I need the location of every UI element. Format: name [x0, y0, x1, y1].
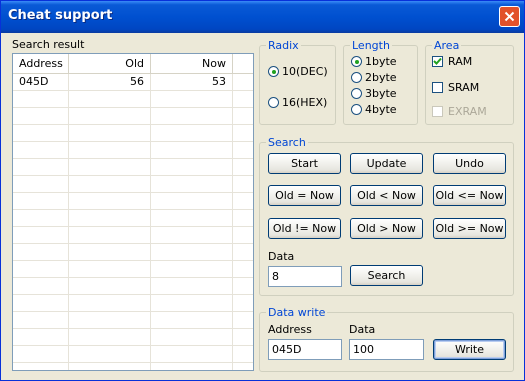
grid-line	[13, 209, 253, 210]
column-header-address[interactable]: Address	[13, 54, 69, 73]
close-icon	[504, 11, 515, 22]
length-1byte-radio[interactable]: 1byte	[351, 55, 397, 68]
write-data-input[interactable]: 100	[349, 339, 424, 360]
cell-address: 045D	[19, 75, 49, 88]
old-equals-now-button[interactable]: Old = Now	[268, 185, 341, 206]
old-not-equal-now-button[interactable]: Old != Now	[268, 218, 341, 239]
grid-line	[13, 175, 253, 176]
dialog-client: Search result Address Old Now 045D 56 53…	[4, 33, 521, 379]
old-less-now-button[interactable]: Old < Now	[350, 185, 423, 206]
column-header-filler	[233, 54, 253, 73]
grid-line	[13, 192, 253, 193]
radio-selected-icon	[351, 56, 362, 67]
length-group: Length 1byte 2byte 3byte 4byte	[343, 39, 418, 125]
radix-dec-label: 10(DEC)	[282, 65, 328, 78]
length-3byte-label: 3byte	[365, 87, 397, 100]
old-greater-equal-now-button[interactable]: Old >= Now	[433, 218, 506, 239]
search-button[interactable]: Search	[350, 265, 423, 286]
title-bar[interactable]: Cheat support	[1, 1, 524, 33]
grid-line	[13, 243, 253, 244]
data-write-group-title: Data write	[266, 306, 328, 319]
radix-dec-radio[interactable]: 10(DEC)	[268, 65, 328, 78]
start-button[interactable]: Start	[268, 153, 341, 174]
grid-line	[13, 362, 253, 363]
column-header-old[interactable]: Old	[69, 54, 151, 73]
list-header: Address Old Now	[13, 54, 253, 74]
cell-now: 53	[212, 75, 226, 88]
radix-hex-radio[interactable]: 16(HEX)	[268, 96, 327, 109]
grid-line	[13, 107, 253, 108]
grid-line	[13, 158, 253, 159]
area-sram-checkbox[interactable]: SRAM	[432, 81, 479, 94]
undo-button[interactable]: Undo	[433, 153, 506, 174]
search-data-input[interactable]: 8	[268, 266, 342, 287]
grid-line	[13, 345, 253, 346]
radio-unselected-icon	[351, 104, 362, 115]
checkbox-checked-icon	[432, 56, 443, 67]
update-button[interactable]: Update	[350, 153, 423, 174]
write-button[interactable]: Write	[433, 339, 506, 360]
old-less-equal-now-button[interactable]: Old <= Now	[433, 185, 506, 206]
old-greater-now-button[interactable]: Old > Now	[350, 218, 423, 239]
cell-old: 56	[130, 75, 144, 88]
grid-line	[13, 328, 253, 329]
search-data-label: Data	[268, 250, 295, 263]
area-sram-label: SRAM	[448, 81, 480, 94]
data-write-group: Data write Address 045D Data 100 Write	[259, 306, 514, 372]
length-2byte-label: 2byte	[365, 71, 397, 84]
length-group-title: Length	[350, 39, 392, 52]
cheat-support-window: Cheat support Search result Address Old …	[0, 0, 525, 381]
area-exram-label: EXRAM	[448, 105, 487, 118]
radio-unselected-icon	[268, 97, 279, 108]
radio-unselected-icon	[351, 88, 362, 99]
close-button[interactable]	[499, 6, 520, 27]
area-group-title: Area	[432, 39, 462, 52]
length-1byte-label: 1byte	[365, 55, 397, 68]
search-group-title: Search	[266, 136, 308, 149]
search-group: Search Start Update Undo Old = Now Old <…	[259, 136, 514, 296]
write-address-label: Address	[268, 323, 312, 336]
grid-line	[68, 74, 69, 370]
area-exram-checkbox: EXRAM	[432, 105, 487, 118]
grid-line	[13, 124, 253, 125]
area-ram-label: RAM	[448, 55, 473, 68]
radix-group-title: Radix	[266, 39, 301, 52]
table-row[interactable]: 045D 56 53	[13, 74, 253, 90]
write-address-input[interactable]: 045D	[268, 339, 342, 360]
checkbox-disabled-icon	[432, 106, 443, 117]
area-ram-checkbox[interactable]: RAM	[432, 55, 472, 68]
checkbox-unchecked-icon	[432, 82, 443, 93]
grid-line	[13, 90, 253, 91]
radio-selected-icon	[268, 66, 279, 77]
length-3byte-radio[interactable]: 3byte	[351, 87, 397, 100]
area-group: Area RAM SRAM EXRAM	[425, 39, 514, 125]
length-4byte-radio[interactable]: 4byte	[351, 103, 397, 116]
radix-group: Radix 10(DEC) 16(HEX)	[259, 39, 336, 125]
grid-line	[13, 226, 253, 227]
grid-line	[13, 294, 253, 295]
grid-line	[232, 74, 233, 370]
grid-line	[13, 311, 253, 312]
grid-line	[13, 260, 253, 261]
search-result-label: Search result	[12, 38, 85, 51]
search-result-list[interactable]: Address Old Now 045D 56 53	[12, 53, 254, 371]
grid-line	[13, 277, 253, 278]
radio-unselected-icon	[351, 72, 362, 83]
length-2byte-radio[interactable]: 2byte	[351, 71, 397, 84]
window-title: Cheat support	[8, 8, 113, 23]
grid-line	[13, 141, 253, 142]
column-header-now[interactable]: Now	[151, 54, 233, 73]
length-4byte-label: 4byte	[365, 103, 397, 116]
grid-line	[150, 74, 151, 370]
radix-hex-label: 16(HEX)	[282, 96, 328, 109]
write-data-label: Data	[349, 323, 376, 336]
